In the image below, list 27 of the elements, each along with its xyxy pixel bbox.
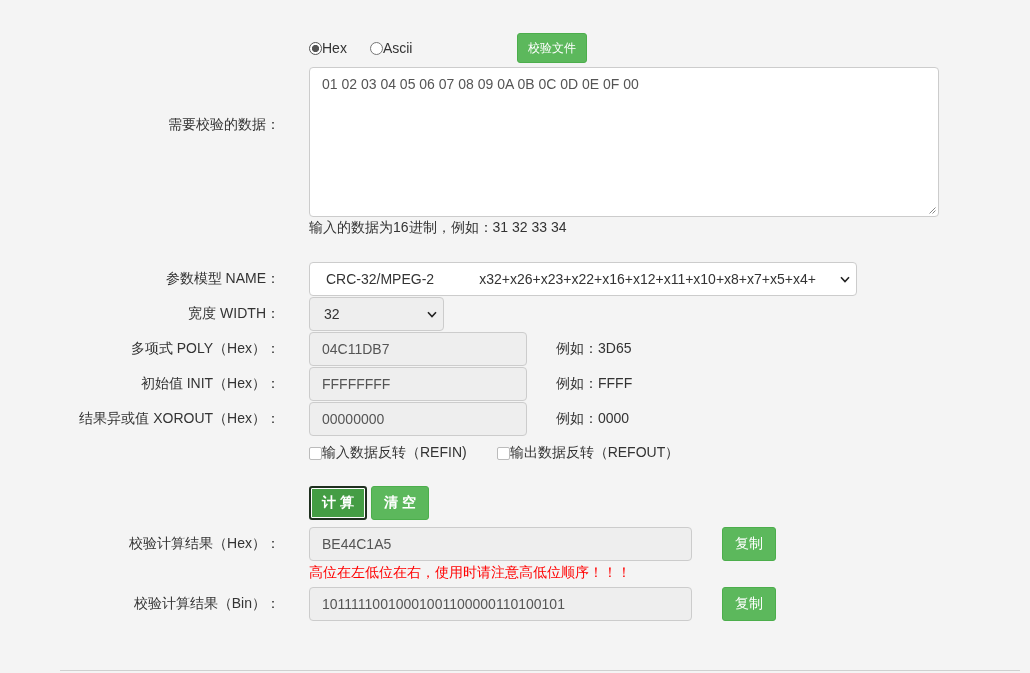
radio-button[interactable]: [369, 41, 383, 55]
field-label: 校验计算结果（Hex）：: [129, 535, 280, 553]
example-text: 例如：3D65: [556, 340, 632, 358]
field-label: 初始值 INIT（Hex）：: [140, 375, 280, 393]
field-label: 校验计算结果（Bin）：: [133, 595, 280, 613]
example-text: 例如：0000: [556, 410, 630, 428]
radio-label[interactable]: Ascii: [382, 40, 413, 56]
checkbox-label[interactable]: 输出数据反转（REFOUT）: [509, 444, 680, 462]
model-select[interactable]: CRC-32/MPEG-2 x32+x26+x23+x22+x16+x12+x11+x10+x8+x7+x5+x4+: [309, 262, 857, 296]
warning-text: 高位在左低位在右，使用时请注意高低位顺序！！！: [309, 563, 631, 582]
field-label: 多项式 POLY（Hex）：: [130, 340, 280, 358]
checkbox-label[interactable]: 输入数据反转（REFIN): [322, 444, 467, 462]
example-text: 例如：FFFF: [556, 375, 633, 393]
hint-text: 输入的数据为16进制，例如：31 32 33 34: [309, 219, 567, 237]
radio-label[interactable]: Hex: [322, 40, 347, 56]
resize-grip-icon[interactable]: [929, 207, 936, 214]
calculate-button[interactable]: 计算: [309, 486, 367, 520]
field-label: 结果异或值 XOROUT（Hex）：: [79, 410, 280, 428]
checkbox[interactable]: [309, 446, 322, 460]
checkbox[interactable]: [496, 446, 510, 460]
data-textarea[interactable]: 01 02 03 04 05 06 07 08 09 0A 0B 0C 0D 0E 0F 00: [309, 67, 939, 217]
field-label: 参数模型 NAME：: [165, 270, 280, 288]
radio-button[interactable]: [309, 41, 322, 55]
field-label: 需要校验的数据：: [168, 116, 280, 134]
field-label: 宽度 WIDTH：: [188, 305, 280, 323]
chevron-down-icon: [840, 275, 850, 283]
chevron-down-icon: [427, 310, 437, 318]
